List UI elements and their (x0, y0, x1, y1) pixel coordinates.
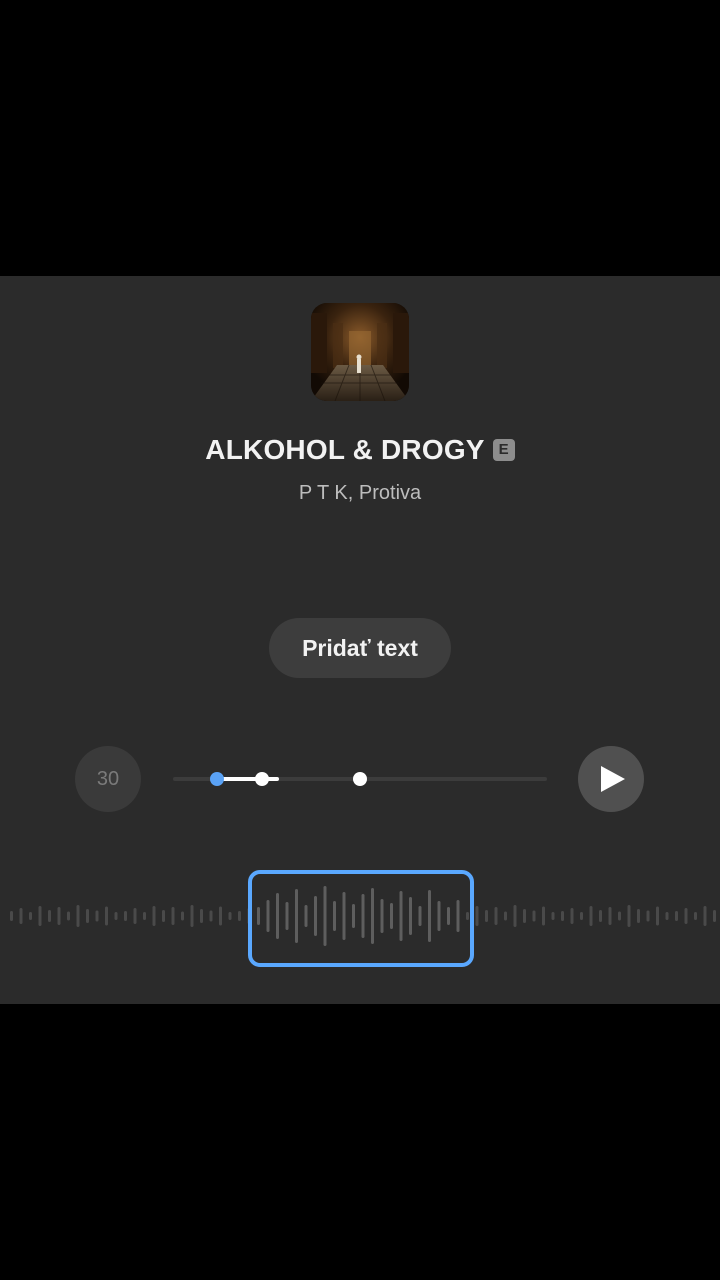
waveform-bar (200, 909, 203, 923)
waveform-bar (67, 911, 70, 921)
waveform-bar (637, 909, 640, 923)
waveform-bar (608, 907, 612, 925)
waveform-bar (570, 908, 574, 924)
waveform-bar (114, 912, 118, 920)
waveform-bar (713, 910, 716, 922)
song-title-row: ALKOHOL & DROGY E (0, 434, 720, 466)
waveform-bar (684, 908, 688, 924)
waveform-bar (703, 906, 707, 926)
song-title: ALKOHOL & DROGY (205, 434, 485, 465)
waveform-bar (589, 906, 593, 926)
waveform-bar (656, 906, 659, 926)
waveform-bar (494, 907, 498, 925)
song-artists: P T K, Protiva (298, 482, 422, 504)
waveform-bar (209, 910, 213, 922)
waveform-bar (485, 910, 488, 922)
letterbox-bottom (0, 1004, 720, 1280)
add-text-button[interactable]: Pridať text (269, 618, 451, 678)
waveform-bar (219, 906, 222, 926)
waveform-bar (523, 909, 526, 923)
waveform-bar (551, 912, 555, 920)
waveform-bar (190, 905, 194, 927)
waveform-bar (513, 905, 517, 927)
waveform-bar (29, 912, 32, 920)
waveform-bar (627, 905, 631, 927)
slider-playhead-handle[interactable] (255, 772, 269, 786)
waveform-bar (646, 910, 650, 922)
waveform-bar (504, 911, 507, 921)
waveform-bar (580, 912, 583, 920)
slider-fill (217, 777, 279, 781)
waveform-bar (665, 912, 669, 920)
waveform-bar (105, 906, 108, 926)
duration-button[interactable]: 30 (75, 746, 141, 812)
clip-progress-slider[interactable] (173, 766, 547, 792)
waveform-bar (228, 912, 232, 920)
waveform-bar (124, 911, 127, 921)
waveform-bar (561, 911, 564, 921)
waveform-bar (599, 910, 602, 922)
waveform-bar (133, 908, 137, 924)
waveform-bar (48, 910, 51, 922)
waveform-bar (143, 912, 146, 920)
slider-start-handle[interactable] (210, 772, 224, 786)
letterbox-top (0, 0, 720, 276)
waveform-bar (171, 907, 175, 925)
waveform-bar (238, 911, 241, 921)
waveform-bar (675, 911, 678, 921)
waveform-bar (694, 912, 697, 920)
play-button[interactable] (578, 746, 644, 812)
music-picker-panel: ALKOHOL & DROGY E P T K, Protiva Pridať t… (0, 276, 720, 1004)
waveform-bar (475, 906, 479, 926)
play-icon (601, 766, 625, 792)
waveform-bar (38, 906, 42, 926)
waveform-bar (86, 909, 89, 923)
explicit-badge: E (492, 439, 515, 461)
clip-selection-frame[interactable] (248, 870, 474, 967)
waveform-bar (76, 905, 80, 927)
waveform-bar (162, 910, 165, 922)
waveform-bar (10, 911, 13, 921)
waveform-bar (618, 911, 621, 921)
waveform-bar (57, 907, 61, 925)
waveform-bar (542, 906, 545, 926)
album-cover (311, 303, 409, 401)
waveform-bar (95, 910, 99, 922)
waveform-bar (532, 910, 536, 922)
slider-marker[interactable] (353, 772, 367, 786)
waveform-bar (181, 911, 184, 921)
waveform-bar (152, 906, 156, 926)
waveform-bar (19, 908, 23, 924)
